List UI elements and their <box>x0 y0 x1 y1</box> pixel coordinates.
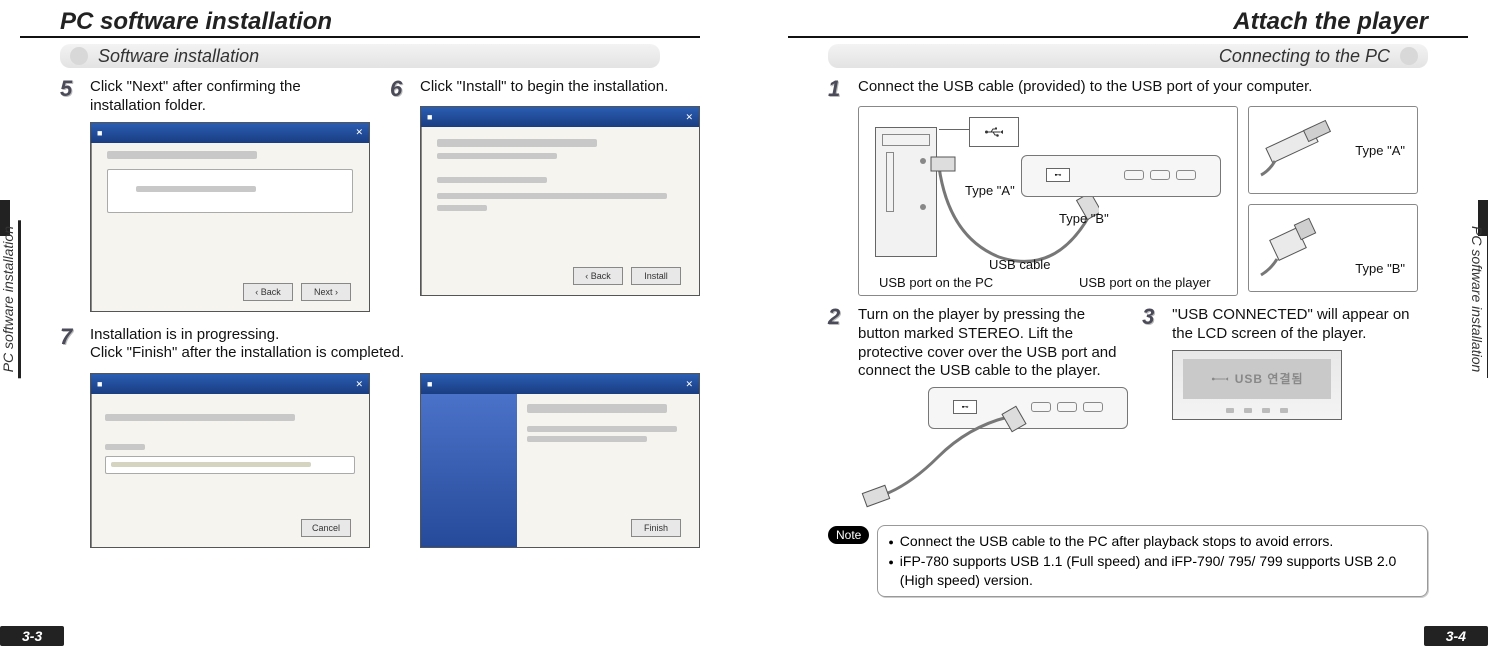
note-box: Note Connect the USB cable to the PC aft… <box>828 525 1428 597</box>
step-number: 6 <box>390 78 412 100</box>
player-illustration: ⊷ <box>1021 155 1221 197</box>
installer-screenshot-folder: ■✕ ‹ Back Next › <box>90 122 370 312</box>
diagram-connector-type-b: Type "B" <box>1248 204 1418 292</box>
page-left: PC software installation PC software ins… <box>0 0 720 652</box>
step-number: 2 <box>828 306 850 328</box>
section-dot-icon <box>1400 47 1418 65</box>
note-label: Note <box>828 526 869 544</box>
step-text: Turn on the player by pressing the butto… <box>858 306 1128 381</box>
step-text: Click "Next" after confirming the instal… <box>90 78 370 116</box>
step-6: 6 Click "Install" to begin the installat… <box>390 78 700 100</box>
label-type-b-box: Type "B" <box>1355 261 1405 276</box>
diagram-player-connect: ⊷ <box>858 387 1128 517</box>
side-tab-right: PC software installation <box>1467 220 1488 378</box>
note-item: Connect the USB cable to the PC after pl… <box>900 532 1333 552</box>
note-item: iFP-780 supports USB 1.1 (Full speed) an… <box>900 552 1417 590</box>
usb-trident-icon <box>984 126 1004 138</box>
step-3: 3 "USB CONNECTED" will appear on the LCD… <box>1142 306 1428 344</box>
lcd-text: USB 연결됨 <box>1235 370 1304 387</box>
label-type-b: Type "B" <box>1059 211 1109 226</box>
installer-screenshot-progress: ■✕ Cancel <box>90 373 370 548</box>
step-text: Installation is in progressing. Click "F… <box>90 326 404 364</box>
installer-screenshot-finish: ■✕ Finish <box>420 373 700 548</box>
label-type-a: Type "A" <box>965 183 1015 198</box>
label-usb-port-pc: USB port on the PC <box>879 275 993 290</box>
diagram-usb-connection: ⊷ Type "A" Type "B" USB cable USB port o… <box>858 106 1238 296</box>
label-usb-port-player: USB port on the player <box>1079 275 1211 290</box>
section-dot-icon <box>70 47 88 65</box>
section-bar: Software installation <box>60 44 660 68</box>
page-title: Attach the player <box>788 0 1468 38</box>
page-number-right: 3-4 <box>1424 626 1488 646</box>
step-number: 3 <box>1142 306 1164 328</box>
section-label: Software installation <box>98 46 259 67</box>
step-number: 1 <box>828 78 850 100</box>
step-text: Click "Install" to begin the installatio… <box>420 78 668 97</box>
page-title: PC software installation <box>20 0 700 38</box>
usb-trident-icon <box>1211 372 1229 386</box>
label-usb-cable: USB cable <box>989 257 1050 272</box>
step-text: Connect the USB cable (provided) to the … <box>858 78 1312 97</box>
installer-screenshot-install: ■✕ ‹ Back Install <box>420 106 700 296</box>
section-label: Connecting to the PC <box>1219 46 1390 67</box>
step-7: 7 Installation is in progressing. Click … <box>60 326 660 364</box>
section-bar: Connecting to the PC <box>828 44 1428 68</box>
content-right: 1 Connect the USB cable (provided) to th… <box>788 78 1468 517</box>
diagram-connector-type-a: Type "A" <box>1248 106 1418 194</box>
step-1: 1 Connect the USB cable (provided) to th… <box>828 78 1428 100</box>
side-tab-left: PC software installation <box>0 220 21 378</box>
step-5: 5 Click "Next" after confirming the inst… <box>60 78 370 116</box>
content-left: 5 Click "Next" after confirming the inst… <box>20 78 700 562</box>
lcd-screen: USB 연결됨 <box>1172 350 1342 420</box>
step-text: "USB CONNECTED" will appear on the LCD s… <box>1172 306 1428 344</box>
step-number: 7 <box>60 326 82 348</box>
step-2: 2 Turn on the player by pressing the but… <box>828 306 1128 381</box>
page-number-left: 3-3 <box>0 626 64 646</box>
step-number: 5 <box>60 78 82 100</box>
label-type-a-box: Type "A" <box>1355 143 1405 158</box>
page-right: PC software installation Attach the play… <box>768 0 1488 652</box>
